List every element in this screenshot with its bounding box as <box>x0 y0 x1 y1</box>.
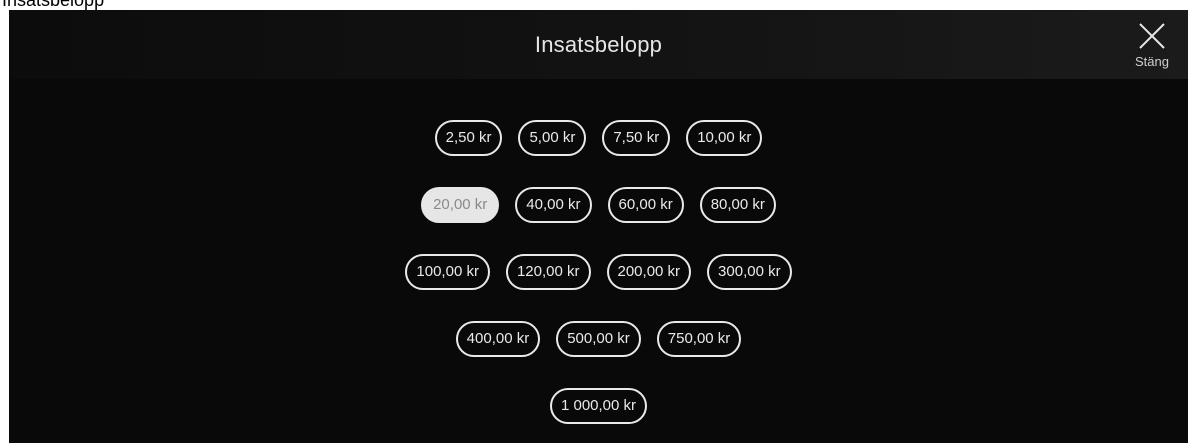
stake-amount-button[interactable]: 750,00 kr <box>656 321 742 357</box>
stake-amount-button[interactable]: 80,00 kr <box>699 187 776 223</box>
stake-amount-button[interactable]: 100,00 kr <box>405 254 490 290</box>
stake-amount-list: 2,50 kr 5,00 kr 7,50 kr 10,00 kr 20,00 k… <box>9 120 1188 443</box>
stake-row: 100,00 kr 120,00 kr 200,00 kr 300,00 kr <box>9 254 1188 290</box>
stake-amount-button[interactable]: 500,00 kr <box>556 321 641 357</box>
stake-amount-button[interactable]: 120,00 kr <box>505 254 591 290</box>
stake-amount-button[interactable]: 10,00 kr <box>686 120 763 156</box>
stake-amount-button[interactable]: 2,50 kr <box>434 120 503 156</box>
stake-amount-button[interactable]: 7,50 kr <box>602 120 671 156</box>
modal-header: Insatsbelopp Stäng <box>9 10 1188 79</box>
stake-amount-button[interactable]: 40,00 kr <box>515 187 592 223</box>
close-icon <box>1139 23 1165 49</box>
stake-amount-button[interactable]: 200,00 kr <box>606 254 692 290</box>
stake-amount-button[interactable]: 1 000,00 kr <box>549 388 648 424</box>
close-button[interactable]: Stäng <box>1124 20 1180 74</box>
page: Insatsbelopp Insatsbelopp Stäng 2,50 kr … <box>0 0 1197 443</box>
close-label: Stäng <box>1135 54 1169 69</box>
stake-row: 400,00 kr 500,00 kr 750,00 kr <box>9 321 1188 357</box>
stake-amount-button[interactable]: 400,00 kr <box>455 321 541 357</box>
stake-row: 2,50 kr 5,00 kr 7,50 kr 10,00 kr <box>9 120 1188 156</box>
stake-amount-button[interactable]: 5,00 kr <box>518 120 587 156</box>
stake-row: 20,00 kr 40,00 kr 60,00 kr 80,00 kr <box>9 187 1188 223</box>
modal-title: Insatsbelopp <box>534 32 663 57</box>
stake-amount-button[interactable]: 300,00 kr <box>707 254 792 290</box>
stake-amount-button[interactable]: 60,00 kr <box>607 187 684 223</box>
page-title: Insatsbelopp <box>2 0 105 10</box>
stake-amount-button-selected[interactable]: 20,00 kr <box>421 187 500 223</box>
stake-row: 1 000,00 kr <box>9 388 1188 424</box>
stake-amount-modal: Insatsbelopp Stäng 2,50 kr 5,00 kr 7,50 … <box>9 10 1188 443</box>
